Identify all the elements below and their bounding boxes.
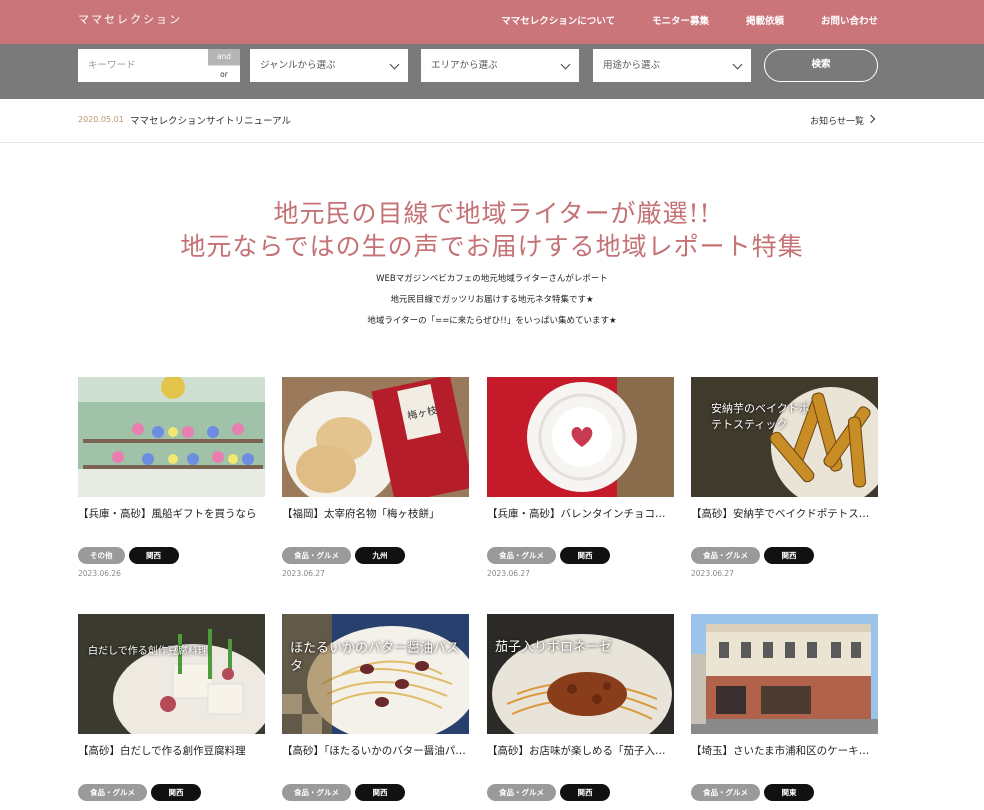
article-thumbnail[interactable]	[487, 377, 674, 497]
article-title[interactable]: 【高砂】お店味が楽しめる「茄子入りボロネーゼ」	[487, 743, 674, 758]
article-tags: 食品・グルメ 関西	[282, 784, 469, 801]
or-button[interactable]: or	[208, 65, 240, 82]
article-title[interactable]: 【兵庫・高砂】風船ギフトを買うなら	[78, 506, 265, 521]
genre-tag[interactable]: その他	[78, 547, 125, 564]
article-title[interactable]: 【埼玉】さいたま市浦和区のケーキ屋さん	[691, 743, 878, 758]
area-select-label: エリアから選ぶ	[431, 60, 498, 71]
nav-monitor[interactable]: モニター募集	[652, 13, 709, 27]
article-tags: 食品・グルメ 関西	[691, 547, 878, 564]
article-thumbnail[interactable]: ほたるいかのバター醤油パスタ	[282, 614, 469, 734]
article-tags: 食品・グルメ 関東	[691, 784, 878, 801]
article-title[interactable]: 【兵庫・高砂】バレンタインチョコレート	[487, 506, 674, 521]
notice-bar: 2020.05.01 ママセレクションサイトリニューアル お知らせ一覧	[0, 99, 984, 143]
main-nav: ママセレクションについて モニター募集 掲載依頼 お問い合わせ	[464, 13, 878, 27]
article-tags: 食品・グルメ 関西	[487, 547, 674, 564]
hero-sub-1: WEBマガジンベビカフェの地元地域ライターさんがレポート	[376, 274, 608, 284]
article-card[interactable]: 【埼玉】さいたま市浦和区のケーキ屋さん 食品・グルメ 関東	[691, 614, 878, 806]
chevron-down-icon	[389, 59, 400, 70]
article-thumbnail[interactable]: 茄子入りボロネーゼ	[487, 614, 674, 734]
chevron-down-icon	[560, 59, 571, 70]
thumbnail-overlay-text: 白だしで作る創作豆腐料理	[88, 646, 208, 657]
purpose-select-label: 用途から選ぶ	[603, 60, 661, 71]
article-date: 2023.06.27	[487, 569, 530, 578]
article-thumbnail[interactable]: 梅ヶ枝	[282, 377, 469, 497]
article-title[interactable]: 【高砂】白だしで作る創作豆腐料理	[78, 743, 265, 758]
notice-list-link[interactable]: お知らせ一覧	[810, 114, 864, 127]
article-card[interactable]: 梅ヶ枝 【福岡】太宰府名物「梅ヶ枝餅」 食品・グルメ 九州 2023.06.27	[282, 377, 469, 578]
nav-about[interactable]: ママセレクションについて	[501, 13, 615, 27]
hero-sub-3: 地域ライターの「==に来たらぜひ!!」をいっぱい集めています★	[367, 316, 617, 326]
hero-heading-line2: 地元ならではの生の声でお届けする地域レポート特集	[180, 232, 804, 261]
article-tags: 食品・グルメ 関西	[78, 784, 265, 801]
article-thumbnail[interactable]: 白だしで作る創作豆腐料理	[78, 614, 265, 734]
chevron-down-icon	[732, 59, 743, 70]
genre-tag[interactable]: 食品・グルメ	[487, 784, 556, 801]
genre-tag[interactable]: 食品・グルメ	[78, 784, 147, 801]
area-select[interactable]: エリアから選ぶ	[421, 49, 579, 82]
article-tags: 食品・グルメ 関西	[487, 784, 674, 801]
genre-select[interactable]: ジャンルから選ぶ	[250, 49, 408, 82]
area-tag[interactable]: 関西	[151, 784, 201, 801]
notice-link[interactable]: ママセレクションサイトリニューアル	[130, 113, 291, 127]
search-bar: and or ジャンルから選ぶ エリアから選ぶ 用途から選ぶ 検索	[0, 44, 984, 99]
article-date: 2023.06.27	[691, 569, 734, 578]
area-tag[interactable]: 九州	[355, 547, 405, 564]
article-tags: その他 関西	[78, 547, 265, 564]
article-tags: 食品・グルメ 九州	[282, 547, 469, 564]
chevron-right-icon	[866, 114, 876, 124]
and-or-toggle: and or	[208, 49, 240, 82]
article-card[interactable]: 安納芋のベイクドポテトスティック 【高砂】安納芋でベイクドポテトスティック 食品…	[691, 377, 878, 578]
area-tag[interactable]: 関西	[560, 784, 610, 801]
keyword-input[interactable]	[78, 49, 208, 82]
search-button[interactable]: 検索	[764, 49, 878, 82]
genre-tag[interactable]: 食品・グルメ	[487, 547, 556, 564]
genre-tag[interactable]: 食品・グルメ	[691, 547, 760, 564]
purpose-select[interactable]: 用途から選ぶ	[593, 49, 751, 82]
nav-listing[interactable]: 掲載依頼	[746, 13, 784, 27]
thumbnail-overlay-text: 茄子入りボロネーゼ	[495, 640, 613, 655]
genre-select-label: ジャンルから選ぶ	[260, 60, 336, 71]
hero-sub-2: 地元民目線でガッツリお届けする地元ネタ特集です★	[390, 295, 594, 305]
area-tag[interactable]: 関西	[764, 547, 814, 564]
article-title[interactable]: 【福岡】太宰府名物「梅ヶ枝餅」	[282, 506, 469, 521]
area-tag[interactable]: 関西	[560, 547, 610, 564]
article-card[interactable]: 【兵庫・高砂】風船ギフトを買うなら その他 関西 2023.06.26	[78, 377, 265, 578]
article-thumbnail[interactable]: 安納芋のベイクドポテトスティック	[691, 377, 878, 497]
area-tag[interactable]: 関西	[128, 547, 179, 564]
site-header: ママセレクション ママセレクションについて モニター募集 掲載依頼 お問い合わせ	[0, 0, 984, 44]
article-card[interactable]: 茄子入りボロネーゼ 【高砂】お店味が楽しめる「茄子入りボロネーゼ」 食品・グルメ…	[487, 614, 674, 806]
nav-contact[interactable]: お問い合わせ	[821, 13, 878, 27]
genre-tag[interactable]: 食品・グルメ	[282, 547, 351, 564]
genre-tag[interactable]: 食品・グルメ	[282, 784, 351, 801]
thumbnail-overlay-text: ほたるいかのバター醤油パスタ	[290, 641, 460, 674]
article-date: 2023.06.27	[282, 569, 325, 578]
article-thumbnail[interactable]	[78, 377, 265, 497]
article-title[interactable]: 【高砂】「ほたるいかのバター醤油パスタ」	[282, 743, 469, 758]
thumbnail-overlay-text: 安納芋のベイクドポテトスティック	[711, 402, 810, 431]
notice-date: 2020.05.01	[78, 115, 124, 124]
article-thumbnail[interactable]	[691, 614, 878, 734]
and-button[interactable]: and	[208, 49, 240, 65]
hero-heading-line1: 地元民の目線で地域ライターが厳選!!	[273, 199, 711, 228]
article-card[interactable]: 【兵庫・高砂】バレンタインチョコレート 食品・グルメ 関西 2023.06.27	[487, 377, 674, 578]
article-card[interactable]: ほたるいかのバター醤油パスタ 【高砂】「ほたるいかのバター醤油パスタ」 食品・グ…	[282, 614, 469, 806]
area-tag[interactable]: 関東	[764, 784, 814, 801]
area-tag[interactable]: 関西	[355, 784, 405, 801]
article-date: 2023.06.26	[78, 569, 121, 578]
site-logo[interactable]: ママセレクション	[78, 11, 182, 27]
genre-tag[interactable]: 食品・グルメ	[691, 784, 760, 801]
article-card[interactable]: 白だしで作る創作豆腐料理 【高砂】白だしで作る創作豆腐料理 食品・グルメ 関西	[78, 614, 265, 806]
article-title[interactable]: 【高砂】安納芋でベイクドポテトスティック	[691, 506, 878, 521]
